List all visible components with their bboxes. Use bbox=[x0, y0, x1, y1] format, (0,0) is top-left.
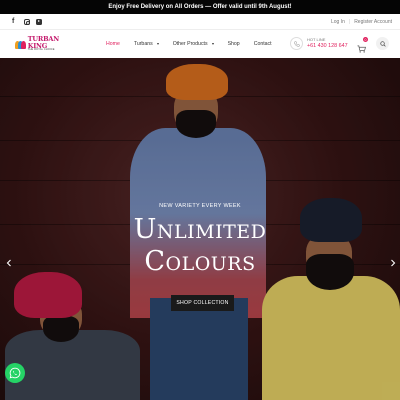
cart-icon bbox=[357, 45, 366, 53]
social-links: f bbox=[12, 18, 42, 25]
turban-logo-icon bbox=[15, 39, 26, 49]
site-header: TURBAN KING THE ROYAL CHOICE Home Turban… bbox=[0, 30, 400, 58]
youtube-icon[interactable] bbox=[36, 18, 42, 25]
facebook-icon[interactable]: f bbox=[12, 18, 18, 25]
cart-button[interactable]: 0 bbox=[357, 37, 368, 53]
nav-other-products[interactable]: Other Products bbox=[173, 41, 214, 47]
nav-turbans[interactable]: Turbans bbox=[134, 41, 159, 47]
hero-title-line1: Unlimited bbox=[133, 214, 267, 245]
promo-bar: Enjoy Free Delivery on All Orders — Offe… bbox=[0, 0, 400, 14]
whatsapp-icon bbox=[9, 367, 21, 379]
slider-prev-button[interactable] bbox=[5, 254, 13, 267]
search-button[interactable] bbox=[376, 37, 389, 50]
instagram-icon[interactable] bbox=[24, 18, 30, 25]
whatsapp-chat-button[interactable] bbox=[5, 363, 25, 383]
chevron-down-icon bbox=[156, 43, 159, 45]
chevron-right-icon bbox=[391, 259, 396, 267]
top-bar: f Log In | Register Account bbox=[0, 14, 400, 30]
hotline-number[interactable]: +61 430 128 647 bbox=[307, 43, 348, 49]
shop-collection-button[interactable]: SHOP COLLECTION bbox=[171, 295, 234, 311]
cart-count-badge: 0 bbox=[363, 37, 368, 42]
nav-home-label: Home bbox=[106, 41, 120, 47]
hero-kicker: NEW VARIETY EVERY WEEK bbox=[159, 203, 241, 209]
promo-text: Enjoy Free Delivery on All Orders — Offe… bbox=[108, 4, 292, 10]
logo[interactable]: TURBAN KING THE ROYAL CHOICE bbox=[15, 36, 75, 52]
nav-shop-label: Shop bbox=[227, 41, 240, 47]
nav-contact-label: Contact bbox=[253, 41, 272, 47]
nav-turbans-label: Turbans bbox=[133, 41, 153, 47]
hotline[interactable]: HOT LINE +61 430 128 647 bbox=[290, 37, 348, 50]
divider: | bbox=[348, 18, 351, 25]
nav-contact[interactable]: Contact bbox=[254, 41, 272, 47]
chevron-left-icon bbox=[6, 259, 11, 267]
login-link[interactable]: Log In bbox=[331, 19, 345, 25]
hero-slider: NEW VARIETY EVERY WEEK Unlimited Colours… bbox=[0, 58, 400, 400]
brand-tagline: THE ROYAL CHOICE bbox=[27, 48, 55, 52]
search-icon bbox=[379, 40, 386, 47]
nav-home[interactable]: Home bbox=[106, 41, 120, 47]
register-link[interactable]: Register Account bbox=[354, 19, 392, 25]
chevron-down-icon bbox=[211, 43, 214, 45]
nav-other-products-label: Other Products bbox=[172, 41, 208, 47]
slider-next-button[interactable] bbox=[389, 254, 397, 267]
account-links: Log In | Register Account bbox=[331, 19, 392, 25]
hero-title-line2: Colours bbox=[144, 246, 256, 277]
main-nav: Home Turbans Other Products Shop Contact bbox=[106, 30, 286, 58]
nav-shop[interactable]: Shop bbox=[228, 41, 240, 47]
phone-icon bbox=[290, 37, 303, 50]
